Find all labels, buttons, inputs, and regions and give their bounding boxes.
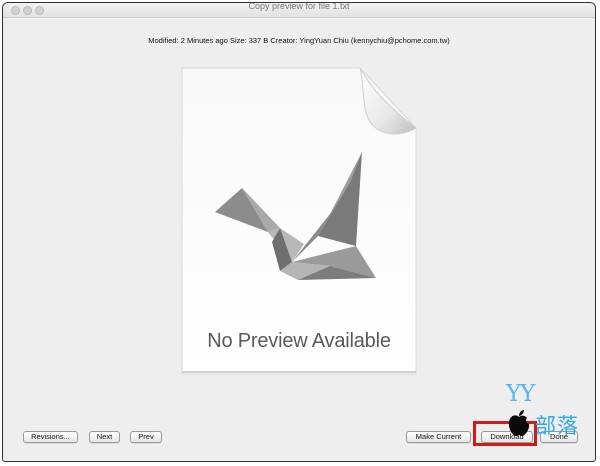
next-button[interactable]: Next — [89, 431, 120, 443]
window-title: Copy preview for file 1.txt — [248, 2, 350, 11]
revisions-button[interactable]: Revisions... — [23, 431, 78, 443]
apple-logo-icon — [508, 410, 530, 436]
prev-button[interactable]: Prev — [130, 431, 162, 443]
title-bar: Copy preview for file 1.txt — [3, 3, 595, 18]
watermark-blog: 部落 — [535, 414, 579, 438]
watermark-yy: YY — [506, 381, 535, 407]
no-preview-message: No Preview Available — [207, 330, 391, 352]
file-info: Modified: 2 Minutes ago Size: 337 B Crea… — [148, 36, 450, 45]
make-current-button[interactable]: Make Current — [406, 431, 471, 443]
